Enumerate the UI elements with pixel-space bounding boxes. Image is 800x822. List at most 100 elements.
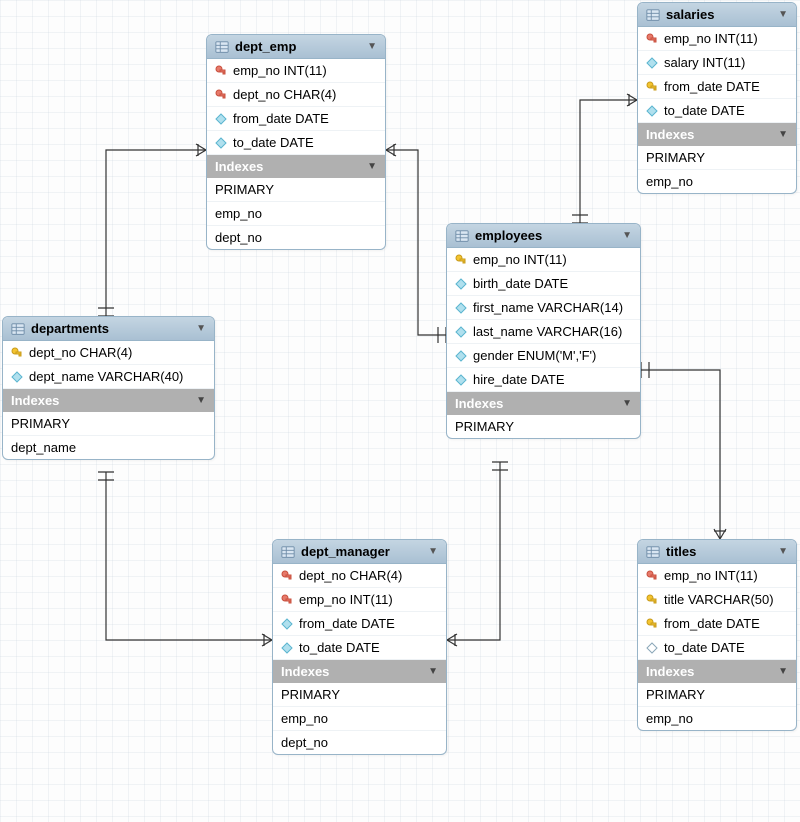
index-item[interactable]: emp_no (273, 707, 446, 731)
index-item[interactable]: dept_no (273, 731, 446, 754)
diamond-fill-icon (281, 642, 293, 654)
column-row[interactable]: to_date DATE (638, 636, 796, 660)
chevron-down-icon[interactable]: ▼ (778, 9, 788, 20)
column-row[interactable]: dept_no CHAR(4) (273, 564, 446, 588)
index-item[interactable]: emp_no (638, 170, 796, 193)
table-header[interactable]: titles ▼ (638, 540, 796, 564)
diamond-fill-icon (455, 302, 467, 314)
column-row[interactable]: dept_name VARCHAR(40) (3, 365, 214, 389)
column-text: from_date DATE (664, 616, 760, 631)
column-row[interactable]: dept_no CHAR(4) (3, 341, 214, 365)
index-item[interactable]: PRIMARY (638, 146, 796, 170)
table-dept_manager[interactable]: dept_manager ▼ dept_no CHAR(4) emp_no INT(1… (272, 539, 447, 755)
indexes-label: Indexes (646, 664, 694, 679)
column-row[interactable]: dept_no CHAR(4) (207, 83, 385, 107)
column-text: dept_no CHAR(4) (299, 568, 402, 583)
key-red-icon (646, 33, 658, 45)
index-item[interactable]: dept_name (3, 436, 214, 459)
index-item[interactable]: emp_no (207, 202, 385, 226)
table-name: employees (475, 228, 542, 243)
key-red-icon (281, 594, 293, 606)
columns-section: emp_no INT(11)title VARCHAR(50) from_date… (638, 564, 796, 660)
columns-section: emp_no INT(11)dept_no CHAR(4) from_date D… (207, 59, 385, 155)
chevron-down-icon[interactable]: ▼ (778, 129, 788, 140)
column-row[interactable]: hire_date DATE (447, 368, 640, 392)
indexes-header[interactable]: Indexes▼ (207, 155, 385, 178)
table-departments[interactable]: departments▼dept_no CHAR(4)dept_name VAR… (2, 316, 215, 460)
table-name: dept_manager (301, 544, 390, 559)
chevron-down-icon[interactable]: ▼ (428, 666, 438, 677)
index-item[interactable]: PRIMARY (638, 683, 796, 707)
table-titles[interactable]: titles ▼ emp_no INT(11)title VARCHAR(50) fr… (637, 539, 797, 731)
indexes-section: PRIMARY (447, 415, 640, 438)
diamond-fill-icon (215, 137, 227, 149)
chevron-down-icon[interactable]: ▼ (622, 230, 632, 241)
key-red-icon (215, 65, 227, 77)
index-item[interactable]: emp_no (638, 707, 796, 730)
chevron-down-icon[interactable]: ▼ (778, 546, 788, 557)
chevron-down-icon[interactable]: ▼ (367, 41, 377, 52)
indexes-header[interactable]: Indexes ▼ (273, 660, 446, 683)
column-row[interactable]: title VARCHAR(50) (638, 588, 796, 612)
index-item[interactable]: PRIMARY (447, 415, 640, 438)
index-item[interactable]: PRIMARY (3, 412, 214, 436)
column-row[interactable]: from_date DATE (273, 612, 446, 636)
table-header[interactable]: dept_emp▼ (207, 35, 385, 59)
indexes-label: Indexes (281, 664, 329, 679)
indexes-header[interactable]: Indexes▼ (3, 389, 214, 412)
indexes-header[interactable]: Indexes ▼ (638, 660, 796, 683)
column-row[interactable]: from_date DATE (638, 75, 796, 99)
column-row[interactable]: gender ENUM('M','F') (447, 344, 640, 368)
key-gold-icon (455, 254, 467, 266)
indexes-header[interactable]: Indexes▼ (447, 392, 640, 415)
table-dept_emp[interactable]: dept_emp▼emp_no INT(11)dept_no CHAR(4) fr… (206, 34, 386, 250)
column-row[interactable]: emp_no INT(11) (638, 27, 796, 51)
column-row[interactable]: to_date DATE (207, 131, 385, 155)
key-red-icon (281, 570, 293, 582)
column-row[interactable]: from_date DATE (638, 612, 796, 636)
column-row[interactable]: emp_no INT(11) (207, 59, 385, 83)
column-row[interactable]: to_date DATE (273, 636, 446, 660)
chevron-down-icon[interactable]: ▼ (778, 666, 788, 677)
table-header[interactable]: salaries▼ (638, 3, 796, 27)
column-row[interactable]: emp_no INT(11) (638, 564, 796, 588)
column-row[interactable]: last_name VARCHAR(16) (447, 320, 640, 344)
column-text: to_date DATE (233, 135, 314, 150)
table-icon (455, 229, 469, 243)
index-item[interactable]: dept_no (207, 226, 385, 249)
column-text: last_name VARCHAR(16) (473, 324, 622, 339)
indexes-header[interactable]: Indexes▼ (638, 123, 796, 146)
column-text: from_date DATE (233, 111, 329, 126)
chevron-down-icon[interactable]: ▼ (428, 546, 438, 557)
key-red-icon (215, 89, 227, 101)
chevron-down-icon[interactable]: ▼ (367, 161, 377, 172)
column-row[interactable]: emp_no INT(11) (273, 588, 446, 612)
column-row[interactable]: salary INT(11) (638, 51, 796, 75)
table-name: titles (666, 544, 696, 559)
index-item[interactable]: PRIMARY (207, 178, 385, 202)
index-item[interactable]: PRIMARY (273, 683, 446, 707)
column-row[interactable]: from_date DATE (207, 107, 385, 131)
key-gold-icon (11, 347, 23, 359)
column-row[interactable]: to_date DATE (638, 99, 796, 123)
table-icon (215, 40, 229, 54)
column-text: to_date DATE (664, 103, 745, 118)
table-employees[interactable]: employees ▼ emp_no INT(11)birth_date DATEf… (446, 223, 641, 439)
table-salaries[interactable]: salaries▼emp_no INT(11)salary INT(11)fro… (637, 2, 797, 194)
column-row[interactable]: emp_no INT(11) (447, 248, 640, 272)
column-text: to_date DATE (299, 640, 380, 655)
table-header[interactable]: departments▼ (3, 317, 214, 341)
column-row[interactable]: birth_date DATE (447, 272, 640, 296)
diamond-fill-icon (281, 618, 293, 630)
column-row[interactable]: first_name VARCHAR(14) (447, 296, 640, 320)
chevron-down-icon[interactable]: ▼ (196, 395, 206, 406)
diamond-fill-icon (646, 57, 658, 69)
column-text: hire_date DATE (473, 372, 565, 387)
table-header[interactable]: employees ▼ (447, 224, 640, 248)
chevron-down-icon[interactable]: ▼ (622, 398, 632, 409)
chevron-down-icon[interactable]: ▼ (196, 323, 206, 334)
table-header[interactable]: dept_manager ▼ (273, 540, 446, 564)
columns-section: dept_no CHAR(4)dept_name VARCHAR(40) (3, 341, 214, 389)
diamond-fill-icon (11, 371, 23, 383)
diamond-fill-icon (455, 278, 467, 290)
